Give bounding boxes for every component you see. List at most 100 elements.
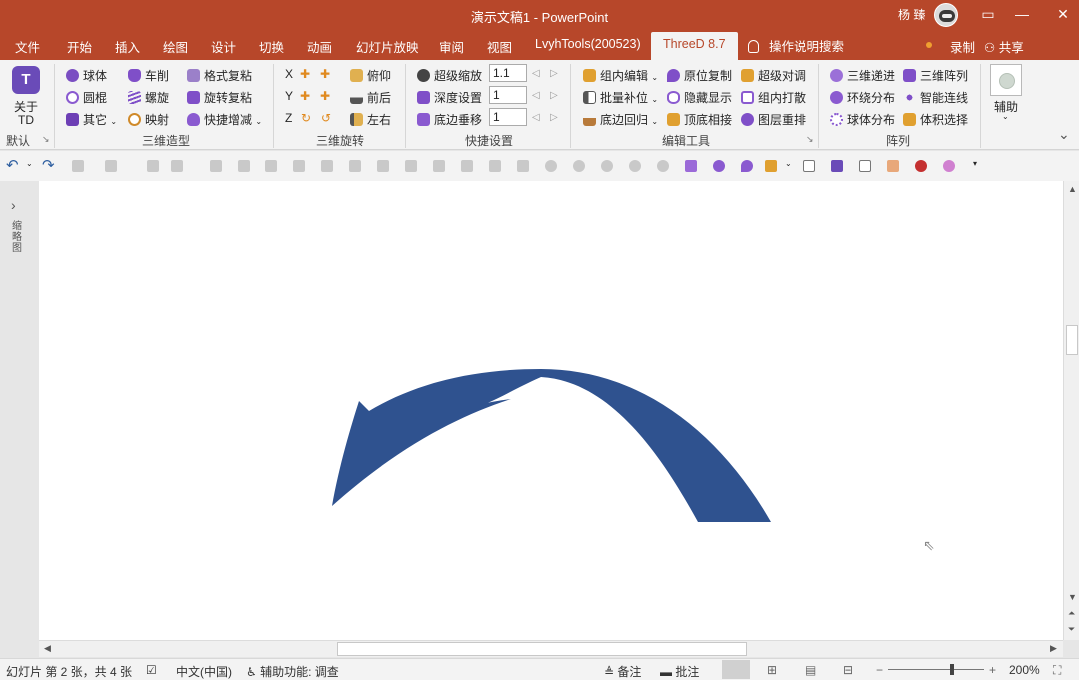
toolbar-icon[interactable] <box>943 160 955 172</box>
curved-arrow-shape[interactable] <box>39 181 1063 640</box>
language-indicator[interactable]: 中文(中国) <box>176 663 232 680</box>
btn-rotation-copy-paste[interactable]: 旋转复粘 <box>187 89 252 106</box>
reading-view-icon[interactable]: ▤ <box>805 663 816 677</box>
rotate-y-plus-icon[interactable]: ✚ <box>320 89 330 103</box>
vertical-scroll-thumb[interactable] <box>1066 325 1078 355</box>
zoom-in-icon[interactable]: + <box>989 663 996 677</box>
slide-counter[interactable]: 幻灯片 第 2 张，共 4 张 <box>6 663 132 680</box>
redo-icon[interactable]: ↷ <box>42 156 55 174</box>
zoom-level[interactable]: 200% <box>1009 663 1040 677</box>
toolbar-icon[interactable] <box>171 160 183 172</box>
lock-icon[interactable] <box>831 160 843 172</box>
tab-review[interactable]: 审阅 <box>439 37 464 56</box>
slideshow-icon[interactable]: ⊟ <box>843 663 853 677</box>
btn-front-back[interactable]: 前后 <box>350 89 391 106</box>
decrease-arrow-icon[interactable]: ◁ <box>532 68 540 79</box>
decrease-arrow-icon[interactable]: ◁ <box>532 90 540 101</box>
scroll-down-icon[interactable]: ▼ <box>1068 592 1077 602</box>
toolbar-icon[interactable] <box>517 160 529 172</box>
rotate-z-ccw-icon[interactable]: ↻ <box>301 111 311 125</box>
comments-button[interactable]: ▬ 批注 <box>660 663 699 680</box>
tab-transitions[interactable]: 切换 <box>259 37 284 56</box>
btn-3d-progression[interactable]: 三维递进 <box>830 67 895 84</box>
avatar[interactable] <box>934 3 958 27</box>
btn-volume-select[interactable]: 体积选择 <box>903 111 968 128</box>
tab-home[interactable]: 开始 <box>67 37 92 56</box>
btn-lathe[interactable]: 车削 <box>128 67 169 84</box>
expand-thumbnails-icon[interactable]: › <box>11 197 16 213</box>
btn-in-place-copy[interactable]: 原位复制 <box>667 67 732 84</box>
tab-animations[interactable]: 动画 <box>307 37 332 56</box>
tab-slideshow[interactable]: 幻灯片放映 <box>356 37 419 56</box>
customize-toolbar-icon[interactable]: ▾ <box>973 159 977 168</box>
record-icon[interactable] <box>915 160 927 172</box>
toolbar-icon[interactable] <box>238 160 250 172</box>
tell-me-search[interactable]: 操作说明搜索 <box>748 36 844 55</box>
zoom-out-icon[interactable]: − <box>876 663 883 677</box>
dialog-launcher-icon[interactable]: ↘ <box>806 134 814 145</box>
toolbar-icon[interactable] <box>601 160 613 172</box>
thumbnails-label[interactable]: 缩略图 <box>12 221 24 254</box>
pin-icon[interactable] <box>741 160 753 172</box>
increase-arrow-icon[interactable]: ▷ <box>550 68 558 79</box>
depth-input[interactable]: 1 <box>489 86 527 104</box>
horizontal-scroll-thumb[interactable] <box>337 642 747 656</box>
decrease-arrow-icon[interactable]: ◁ <box>532 112 540 123</box>
collapse-ribbon-icon[interactable]: ⌄ <box>1058 126 1070 143</box>
curved-arrow-path[interactable] <box>332 369 771 522</box>
chevron-down-icon[interactable]: ⌄ <box>785 159 792 168</box>
rotate-z-cw-icon[interactable]: ↺ <box>321 111 331 125</box>
btn-sphere-distribute[interactable]: 球体分布 <box>830 111 895 128</box>
toolbar-icon[interactable] <box>573 160 585 172</box>
toolbar-icon[interactable] <box>377 160 389 172</box>
about-td-label-2[interactable]: TD <box>18 113 34 127</box>
tab-design[interactable]: 设计 <box>211 37 236 56</box>
toolbar-icon[interactable] <box>489 160 501 172</box>
btn-spiral[interactable]: 螺旋 <box>128 89 169 106</box>
close-button[interactable]: ✕ <box>1046 0 1079 30</box>
record-button[interactable]: 录制 <box>950 37 975 56</box>
btn-format-copy-paste[interactable]: 格式复粘 <box>187 67 252 84</box>
rotate-x-plus-icon[interactable]: ✚ <box>320 67 330 81</box>
btn-batch-fill[interactable]: 批量补位 ⌄ <box>583 89 658 106</box>
tab-draw[interactable]: 绘图 <box>163 37 188 56</box>
btn-super-swap[interactable]: 超级对调 <box>741 67 806 84</box>
toolbar-icon[interactable] <box>405 160 417 172</box>
btn-hide-show[interactable]: 隐藏显示 <box>667 89 732 106</box>
btn-super-zoom[interactable]: 超级缩放 <box>417 67 482 84</box>
aux-icon[interactable] <box>990 64 1022 96</box>
spellcheck-icon[interactable]: ☑ <box>146 663 157 677</box>
share-button[interactable]: ⚇ 共享 <box>984 37 1024 56</box>
toolbar-icon[interactable] <box>293 160 305 172</box>
about-td-icon[interactable]: T <box>12 66 40 94</box>
btn-depth-setting[interactable]: 深度设置 <box>417 89 482 106</box>
toolbar-icon[interactable] <box>72 160 84 172</box>
normal-view-button[interactable] <box>722 660 750 679</box>
btn-top-bottom-join[interactable]: 顶底相接 <box>667 111 732 128</box>
previous-slide-icon[interactable]: ⏶ <box>1068 608 1075 619</box>
btn-3d-array[interactable]: 三维阵列 <box>903 67 968 84</box>
btn-smart-connect[interactable]: 智能连线 <box>903 89 968 106</box>
chevron-down-icon[interactable]: ⌄ <box>1002 112 1009 121</box>
btn-bottom-shift[interactable]: 底边垂移 <box>417 111 482 128</box>
scroll-up-icon[interactable]: ▲ <box>1068 184 1077 194</box>
btn-layer-reorder[interactable]: 图层重排 <box>741 111 806 128</box>
rotate-x-minus-icon[interactable]: ✚ <box>300 67 310 81</box>
slide-canvas[interactable]: ⇖ <box>39 181 1063 640</box>
btn-quick-adjust[interactable]: 快捷增减 ⌄ <box>187 111 262 128</box>
tab-view[interactable]: 视图 <box>487 37 512 56</box>
tab-insert[interactable]: 插入 <box>115 37 140 56</box>
toolbar-icon[interactable] <box>105 160 117 172</box>
toolbar-icon[interactable] <box>545 160 557 172</box>
scroll-right-icon[interactable]: ▶ <box>1050 643 1057 654</box>
tab-file[interactable]: 文件 <box>15 37 40 56</box>
dialog-launcher-icon[interactable]: ↘ <box>42 134 50 145</box>
increase-arrow-icon[interactable]: ▷ <box>550 90 558 101</box>
toolbar-icon[interactable] <box>265 160 277 172</box>
btn-rod[interactable]: 圆棍 <box>66 89 107 106</box>
toolbar-icon[interactable] <box>629 160 641 172</box>
toolbar-icon[interactable] <box>433 160 445 172</box>
accessibility-status[interactable]: ♿ 辅助功能: 调查 <box>246 663 339 680</box>
btn-other[interactable]: 其它 ⌄ <box>66 111 117 128</box>
increase-arrow-icon[interactable]: ▷ <box>550 112 558 123</box>
